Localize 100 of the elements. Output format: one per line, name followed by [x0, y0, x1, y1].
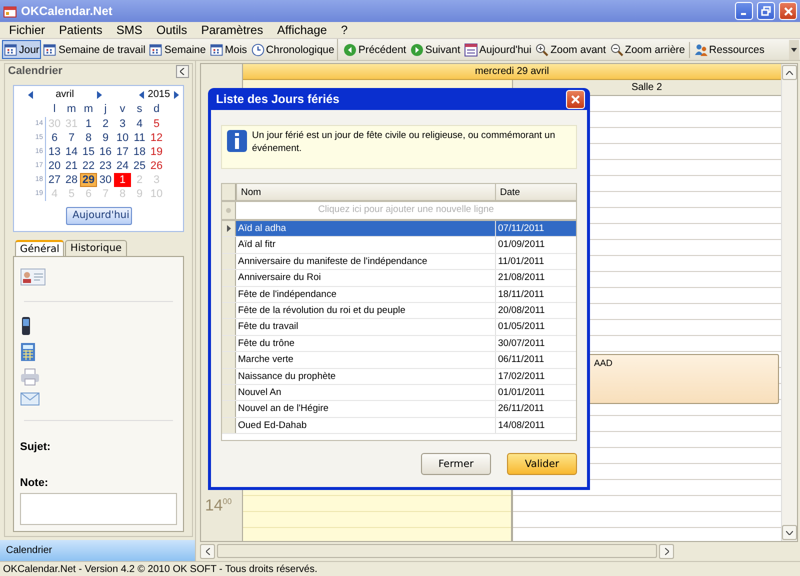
- calculator-icon: [20, 342, 36, 362]
- view-button[interactable]: Semaine de travail: [41, 40, 148, 59]
- restore-icon: [761, 6, 771, 16]
- toolbar-button[interactable]: Ressources: [692, 40, 766, 59]
- arrow-left-icon[interactable]: [138, 90, 144, 99]
- calendar-day[interactable]: 6: [46, 130, 63, 145]
- scroll-up-button[interactable]: [782, 65, 797, 80]
- table-cell-text: Oued Ed-Dahab: [237, 418, 308, 433]
- weekday-label: j: [103, 102, 108, 117]
- calendar-day[interactable]: 20: [46, 158, 63, 173]
- view-button[interactable]: Semaine: [147, 40, 208, 59]
- menu-item[interactable]: Patients: [52, 23, 110, 37]
- calendar-day[interactable]: 13: [46, 144, 63, 159]
- calendar-day[interactable]: 1: [114, 172, 131, 187]
- close-button[interactable]: [566, 90, 585, 108]
- calendar-day[interactable]: 1: [80, 116, 97, 131]
- scroll-right-button[interactable]: [659, 544, 674, 558]
- calendar-day[interactable]: 23: [97, 158, 114, 173]
- arrow-right-icon[interactable]: [174, 90, 180, 99]
- panel-title: Calendrier: [8, 65, 62, 78]
- calendar-day[interactable]: 15: [80, 144, 97, 159]
- calendar-day[interactable]: 10: [114, 130, 131, 145]
- calendar-day[interactable]: 30: [97, 172, 114, 187]
- note-label: Note:: [20, 476, 50, 489]
- close-dialog-button[interactable]: Fermer: [421, 453, 491, 475]
- overflow-button[interactable]: [789, 40, 799, 60]
- table-cell: 01/01/2011: [495, 384, 576, 400]
- dialog-title: Liste des Jours fériés: [216, 92, 340, 106]
- today-button[interactable]: Aujourd'hui: [66, 206, 132, 225]
- toolbar-button[interactable]: Précédent: [341, 40, 408, 59]
- calendar-day[interactable]: 2: [97, 116, 114, 131]
- calendar-day[interactable]: 25: [131, 158, 148, 173]
- toolbar-button[interactable]: Aujourd'hui: [462, 40, 534, 59]
- note-field[interactable]: [20, 492, 177, 525]
- validate-button[interactable]: Valider: [507, 453, 577, 475]
- calendar-day[interactable]: 5: [148, 116, 165, 131]
- calendar-day[interactable]: 14: [63, 144, 80, 159]
- menu-item[interactable]: SMS: [109, 23, 150, 37]
- tab[interactable]: Historique: [65, 240, 127, 256]
- calendar-day[interactable]: 24: [114, 158, 131, 173]
- calendar-day[interactable]: 8: [80, 130, 97, 145]
- calendar-day[interactable]: 16: [97, 144, 114, 159]
- menu-item[interactable]: ?: [334, 23, 355, 37]
- table-cell-text: Anniversaire du manifeste de l'indépendance: [237, 254, 428, 269]
- view-button[interactable]: Mois: [208, 40, 250, 59]
- chevron-down-icon: [786, 530, 793, 534]
- calendar-day[interactable]: 12: [148, 130, 165, 145]
- calendar-day[interactable]: 26: [148, 158, 165, 173]
- menu-item[interactable]: Affichage: [270, 23, 334, 37]
- collapse-button[interactable]: [176, 64, 189, 78]
- calendar-day[interactable]: 9: [97, 130, 114, 145]
- time-label: 14$^{00}$: [204, 496, 232, 515]
- calendar-day[interactable]: 21: [63, 158, 80, 173]
- calendar-day[interactable]: 11: [131, 130, 148, 145]
- calendar-day[interactable]: 17: [114, 144, 131, 159]
- scroll-left-button[interactable]: [200, 544, 215, 558]
- calendar-day[interactable]: 18: [131, 144, 148, 159]
- calendar-nav-button[interactable]: Calendrier: [0, 540, 195, 561]
- calendar-day[interactable]: 19: [148, 144, 165, 159]
- chevron-left-icon: [206, 548, 210, 554]
- calendar-day[interactable]: 3: [114, 116, 131, 131]
- row-pointer-icon: [226, 225, 230, 232]
- toolbar-button[interactable]: Zoom avant: [533, 40, 608, 59]
- table-cell-text: Fête du travail: [237, 320, 300, 334]
- column-header[interactable]: Date: [495, 184, 576, 200]
- scrollbar-thumb[interactable]: [217, 544, 657, 558]
- restore-button[interactable]: [757, 2, 775, 20]
- row-selector[interactable]: [222, 221, 236, 236]
- chevron-right-icon: [664, 548, 668, 554]
- calendar-icon: [149, 42, 164, 56]
- table-cell-text: Fête du trône: [237, 336, 296, 351]
- arrow-right-icon[interactable]: [96, 90, 102, 99]
- phone-icon: [20, 316, 32, 336]
- arrow-left-icon[interactable]: [28, 90, 33, 99]
- menu-item[interactable]: Paramètres: [194, 23, 270, 37]
- table-cell: 21/08/2011: [495, 270, 576, 286]
- menu-item[interactable]: Fichier: [2, 23, 52, 37]
- calendar-icon: [464, 42, 478, 56]
- minimize-button[interactable]: [735, 2, 753, 20]
- calendar-day[interactable]: 29: [80, 172, 97, 187]
- calendar-day[interactable]: 28: [63, 172, 80, 187]
- weekday-label: m: [66, 102, 78, 117]
- view-button[interactable]: Chronologique: [249, 40, 336, 59]
- table-cell: 26/11/2011: [495, 401, 576, 417]
- tab[interactable]: Général: [15, 240, 64, 257]
- table-cell: 17/02/2011: [495, 368, 576, 384]
- column-header[interactable]: Nom: [236, 184, 495, 200]
- close-button[interactable]: [779, 2, 797, 20]
- calendar-day[interactable]: 27: [46, 172, 63, 187]
- calendar-day[interactable]: 22: [80, 158, 97, 173]
- vertical-scrollbar[interactable]: [781, 64, 797, 541]
- scroll-down-button[interactable]: [782, 525, 797, 540]
- menu-item[interactable]: Outils: [149, 23, 194, 37]
- toolbar-button[interactable]: Suivant: [408, 40, 462, 59]
- calendar-day[interactable]: 7: [63, 130, 80, 145]
- weekday-label: v: [118, 102, 126, 117]
- close-icon: [784, 6, 792, 16]
- calendar-day[interactable]: 4: [131, 116, 148, 131]
- view-button[interactable]: Jour: [2, 40, 42, 59]
- toolbar-button[interactable]: Zoom arrière: [608, 40, 688, 59]
